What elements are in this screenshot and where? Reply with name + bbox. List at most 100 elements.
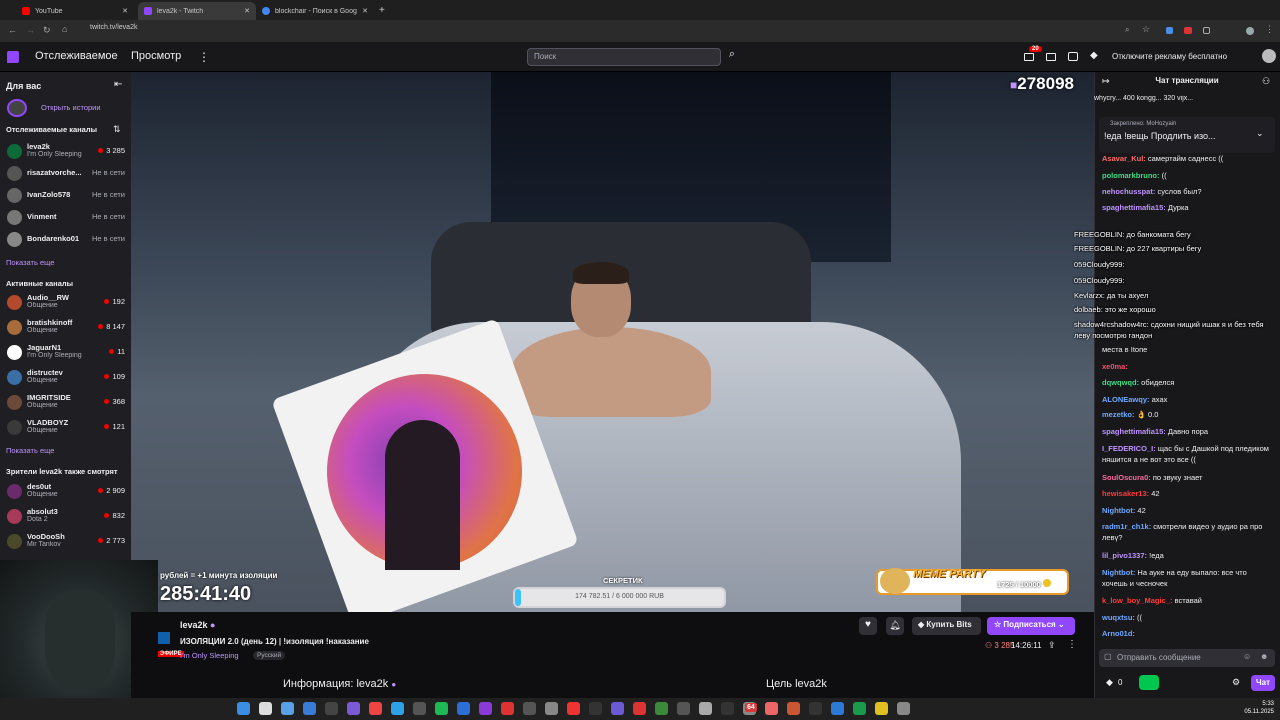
stories-avatar[interactable] (7, 99, 27, 117)
buy-bits-button[interactable]: ◆ Купить Bits (912, 617, 981, 635)
sidebar-channel[interactable]: JaguarN1 I'm Only Sleeping 11 (0, 341, 131, 363)
new-tab-button[interactable]: + (379, 5, 385, 16)
chat-message[interactable]: wuqxtsu: (( (1102, 612, 1274, 623)
taskbar-app-icon[interactable] (479, 702, 492, 715)
chat-message[interactable]: места в Itопе (1102, 344, 1274, 355)
show-more-link[interactable]: Показать еще (6, 446, 54, 455)
zoom-icon[interactable]: ⌕ (1125, 25, 1129, 35)
chat-message[interactable]: radm1r_ch1k: смотрели видео у аудио ра п… (1102, 521, 1274, 543)
taskbar-app-icon[interactable] (765, 702, 778, 715)
chat-message[interactable]: spaghettimafia15: Дурка (1102, 202, 1274, 213)
chat-leaderboard[interactable]: whycry... 400 kongg... 320 vijx... (1094, 95, 1280, 102)
taskbar-app-icon[interactable] (325, 702, 338, 715)
taskbar-app-icon[interactable] (369, 702, 382, 715)
chat-username[interactable]: polomarkbruno: (1102, 171, 1160, 180)
chat-username[interactable]: I_FEDERICO_I: (1102, 444, 1156, 453)
chat-username[interactable]: lil_pivo1337: (1102, 551, 1147, 560)
reload-icon[interactable]: ↻ (43, 25, 51, 36)
chat-username[interactable]: dqwqwqd: (1102, 378, 1139, 387)
user-avatar[interactable] (1262, 49, 1276, 63)
chat-message[interactable]: SoulOscura0: по звуку знает (1102, 472, 1274, 483)
chat-username[interactable]: radm1r_ch1k: (1102, 522, 1151, 531)
taskbar-app-icon[interactable] (391, 702, 404, 715)
sidebar-channel[interactable]: IvanZolo578 Не в сети (0, 184, 131, 206)
extension-icon[interactable] (1184, 27, 1192, 34)
sidebar-channel[interactable]: distructev Общение 109 (0, 366, 131, 388)
emote-picker-icon[interactable]: ☺ (1243, 652, 1251, 661)
taskbar-app-icon[interactable] (303, 702, 316, 715)
whispers-icon[interactable] (1068, 52, 1078, 61)
sidebar-channel[interactable]: bratishkinoff Общение 8 147 (0, 316, 131, 338)
profile-avatar-icon[interactable] (1246, 27, 1254, 35)
sidebar-channel[interactable]: IMGRITSIDE Общение 368 (0, 391, 131, 413)
taskbar-app-icon[interactable] (237, 702, 250, 715)
taskbar-app-icon[interactable] (853, 702, 866, 715)
twitch-logo-icon[interactable] (7, 51, 19, 63)
taskbar-app-icon[interactable] (655, 702, 668, 715)
url-text[interactable]: twitch.tv/leva2k (90, 24, 137, 31)
taskbar-app-icon[interactable] (501, 702, 514, 715)
chat-username[interactable]: ALONEawqy: (1102, 395, 1150, 404)
sidebar-channel[interactable]: VooDooSh Mir Tankov 2 773 (0, 530, 131, 552)
chat-message[interactable]: hewisaker13: 42 (1102, 488, 1274, 499)
tab-youtube[interactable]: YouTube ✕ (16, 2, 134, 20)
collapse-sidebar-icon[interactable]: ⇤ (114, 79, 122, 90)
search-icon[interactable]: ⌕ (723, 48, 741, 66)
chat-message[interactable]: Asavar_Kul: самертайм саднесс (( (1102, 153, 1274, 164)
channel-name[interactable]: leva2k ● (180, 620, 215, 630)
tab-google[interactable]: blockchair - Поиск в Google ✕ (256, 2, 374, 20)
chat-username[interactable]: Asavar_Kul: (1102, 154, 1146, 163)
emote-icon[interactable]: ☻ (1260, 652, 1268, 661)
inbox-icon[interactable] (1046, 53, 1056, 61)
more-options-icon[interactable]: ⋮ (1067, 639, 1077, 650)
chat-send-button[interactable]: Чат (1251, 675, 1275, 691)
taskbar-app-icon[interactable] (567, 702, 580, 715)
tab-twitch[interactable]: leva2k - Twitch ✕ (138, 2, 256, 20)
channel-points[interactable]: 0 (1118, 678, 1122, 687)
chat-message[interactable]: polomarkbruno: (( (1102, 170, 1274, 181)
chat-message[interactable]: nehochusspat: суслов был? (1102, 186, 1274, 197)
follow-heart-icon[interactable]: ♥ (859, 617, 877, 635)
chat-message[interactable]: k_low_boy_Magic_: вставай (1102, 595, 1274, 606)
sidebar-channel[interactable]: absolut3 Dota 2 832 (0, 505, 131, 527)
taskbar-app-icon[interactable] (281, 702, 294, 715)
extension-icon[interactable] (1166, 27, 1173, 34)
taskbar-app-icon[interactable] (611, 702, 624, 715)
taskbar-app-icon[interactable] (831, 702, 844, 715)
sidebar-channel[interactable]: Bondarenko01 Не в сети (0, 228, 131, 250)
sidebar-channel[interactable]: Vinment Не в сети (0, 206, 131, 228)
search-input[interactable]: Поиск (527, 48, 721, 66)
chat-message[interactable]: ALONEawqy: ахах (1102, 394, 1274, 405)
chat-username[interactable]: Nightbot: (1102, 568, 1135, 577)
chat-message[interactable]: Nightbot: На аукe на еду выпало: все что… (1102, 567, 1274, 589)
chat-message[interactable]: mezetko: 👌 0.0 (1102, 409, 1274, 420)
taskbar-app-icon[interactable] (897, 702, 910, 715)
chat-username[interactable]: hewisaker13: (1102, 489, 1149, 498)
bookmark-star-icon[interactable]: ☆ (1142, 24, 1150, 35)
open-stories-link[interactable]: Открыть истории (41, 103, 101, 112)
chat-username[interactable]: xe0ma: (1102, 362, 1128, 371)
nav-following[interactable]: Отслеживаемое (35, 50, 118, 62)
points-reward-icon[interactable] (1139, 675, 1159, 690)
chat-username[interactable]: Nightbot: (1102, 506, 1135, 515)
community-icon[interactable]: ⚇ (1262, 76, 1270, 87)
chat-username[interactable]: wuqxtsu: (1102, 613, 1135, 622)
extensions-puzzle-icon[interactable] (1203, 27, 1210, 34)
close-tab-icon[interactable]: ✕ (244, 7, 250, 15)
taskbar-app-icon[interactable] (523, 702, 536, 715)
channel-avatar[interactable] (158, 632, 170, 644)
nav-browse[interactable]: Просмотр (131, 50, 181, 62)
chat-username[interactable]: k_low_boy_Magic_: (1102, 596, 1172, 605)
chat-username[interactable]: nehochusspat: (1102, 187, 1155, 196)
taskbar-app-icon[interactable] (875, 702, 888, 715)
ad-free-button[interactable]: Отключите рекламу бесплатно (1112, 52, 1227, 61)
chat-username[interactable]: Arno01d: (1102, 629, 1135, 638)
taskbar-app-icon[interactable] (699, 702, 712, 715)
sidebar-channel[interactable]: des0ut Общение 2 909 (0, 480, 131, 502)
sidebar-channel[interactable]: VLADBOYZ Общение 121 (0, 416, 131, 438)
language-tag[interactable]: Русский (253, 651, 286, 660)
close-tab-icon[interactable]: ✕ (122, 7, 128, 15)
chat-message[interactable]: Arno01d: (1102, 628, 1274, 639)
prime-loot-icon[interactable] (1024, 53, 1034, 61)
taskbar-app-icon[interactable] (435, 702, 448, 715)
